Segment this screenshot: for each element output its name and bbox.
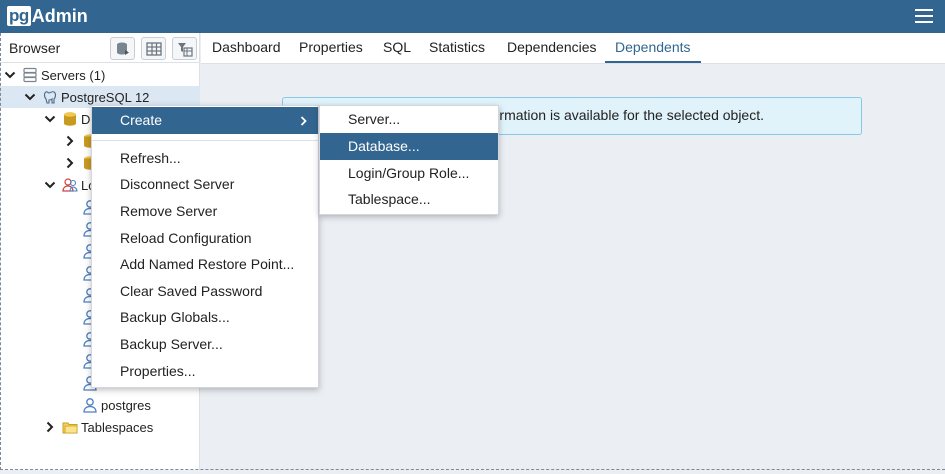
filter-table-icon: [178, 43, 193, 57]
tree-item-label: postgres: [101, 397, 151, 413]
selection-border: [0, 33, 1, 470]
tree-item-label: Servers (1): [41, 67, 106, 83]
top-navbar: pg Admin: [0, 0, 945, 33]
menu-item-clear-saved-password[interactable]: Clear Saved Password: [92, 278, 318, 305]
table-grid-icon: [146, 42, 162, 56]
chevron-right-icon[interactable]: [64, 157, 76, 169]
menu-item-remove-server[interactable]: Remove Server: [92, 198, 318, 225]
filtered-rows-button[interactable]: [172, 37, 197, 60]
tree-item-databases[interactable]: D: [44, 108, 90, 130]
menu-item-backup-server[interactable]: Backup Server...: [92, 331, 318, 358]
chevron-down-icon[interactable]: [44, 179, 56, 191]
view-data-button[interactable]: [141, 37, 166, 60]
menu-item-create[interactable]: Create: [92, 107, 318, 134]
chevron-down-icon[interactable]: [24, 91, 36, 103]
browser-header: Browser: [0, 33, 199, 63]
menu-item-backup-globals[interactable]: Backup Globals...: [92, 304, 318, 331]
chevron-down-icon[interactable]: [44, 113, 56, 125]
tree-item-label: D: [81, 111, 91, 127]
info-message: rmation is available for the selected ob…: [499, 107, 764, 123]
tab-dependents[interactable]: Dependents: [605, 33, 701, 63]
chevron-right-icon: [300, 116, 307, 126]
object-tabs: Dashboard Properties SQL Statistics Depe…: [201, 33, 945, 64]
query-tool-button[interactable]: [110, 37, 135, 60]
tree-item-label: Tablespaces: [81, 419, 154, 435]
create-submenu: Server... Database... Login/Group Role..…: [319, 105, 499, 215]
tab-statistics[interactable]: Statistics: [419, 33, 495, 63]
tab-properties[interactable]: Properties: [289, 33, 373, 63]
chevron-right-icon[interactable]: [64, 135, 76, 147]
menu-item-reload-configuration[interactable]: Reload Configuration: [92, 225, 318, 252]
context-menu: Create Refresh... Disconnect Server Remo…: [91, 105, 319, 388]
chevron-right-icon[interactable]: [44, 421, 56, 433]
menu-item-disconnect-server[interactable]: Disconnect Server: [92, 171, 318, 198]
servers-icon: [23, 67, 37, 83]
tree-item-role-postgres[interactable]: postgres: [82, 394, 151, 416]
tab-sql[interactable]: SQL: [373, 33, 421, 63]
menu-separator: [92, 140, 318, 141]
logo-admin-text: Admin: [31, 5, 88, 26]
submenu-item-database[interactable]: Database...: [320, 133, 498, 160]
hamburger-menu-icon[interactable]: [915, 9, 933, 23]
pgadmin-logo: pg Admin: [7, 5, 88, 27]
tree-item-tablespaces[interactable]: Tablespaces: [44, 416, 153, 438]
menu-item-properties[interactable]: Properties...: [92, 358, 318, 385]
tablespaces-folder-icon: [62, 422, 78, 434]
postgresql-elephant-icon: [43, 91, 57, 104]
submenu-item-tablespace[interactable]: Tablespace...: [320, 186, 498, 213]
tab-dependencies[interactable]: Dependencies: [497, 33, 607, 63]
menu-item-add-named-restore-point[interactable]: Add Named Restore Point...: [92, 251, 318, 278]
menu-item-refresh[interactable]: Refresh...: [92, 145, 318, 172]
database-query-icon: [117, 42, 129, 55]
submenu-item-login-group-role[interactable]: Login/Group Role...: [320, 160, 498, 187]
browser-title: Browser: [9, 40, 61, 56]
role-icon: [83, 398, 97, 413]
logo-pg-text: pg: [7, 6, 31, 26]
tree-item-login-roles[interactable]: Lo: [44, 174, 95, 196]
tree-item-servers[interactable]: Servers (1): [4, 64, 105, 86]
tab-dashboard[interactable]: Dashboard: [202, 33, 291, 63]
menu-item-label: Create: [120, 112, 163, 128]
selection-border: [0, 469, 945, 470]
chevron-down-icon[interactable]: [4, 69, 16, 81]
databases-icon: [64, 112, 76, 126]
submenu-item-server[interactable]: Server...: [320, 106, 498, 133]
tree-item-label: PostgreSQL 12: [61, 89, 150, 105]
login-roles-icon: [62, 178, 78, 192]
